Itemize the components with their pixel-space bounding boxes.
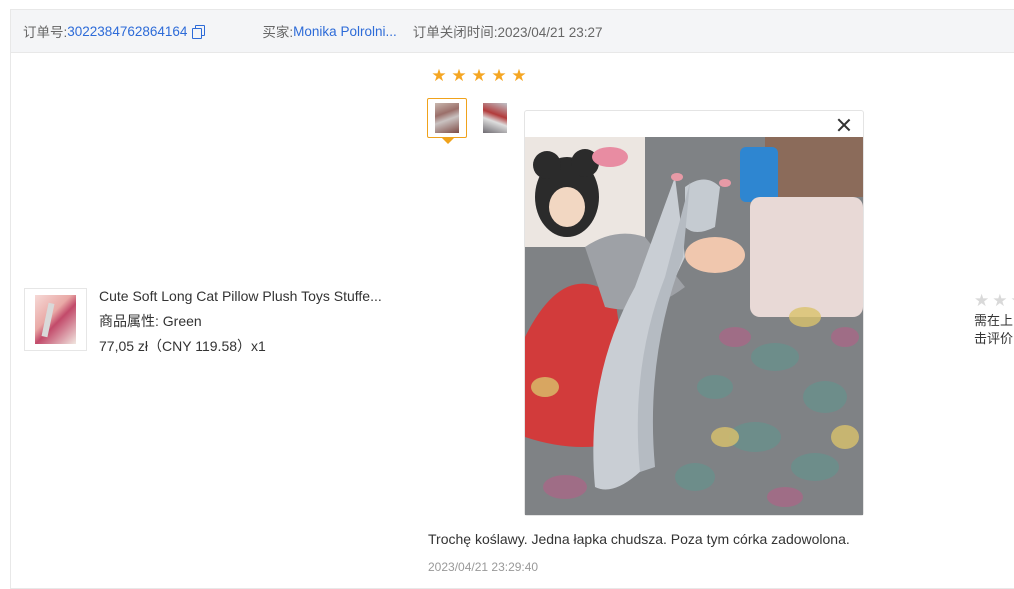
buyer-group: 买家: Monika Polrolni...: [262, 21, 396, 41]
review-rating: ★ ★ ★ ★ ★: [430, 67, 530, 85]
close-icon[interactable]: [837, 118, 851, 132]
star-icon: ★: [491, 66, 507, 85]
product-thumbnail[interactable]: [24, 288, 87, 351]
review-photo: [525, 137, 863, 515]
review-photo-thumbnails: [427, 98, 523, 144]
close-time-group: 订单关闭时间:2023/04/21 23:27: [413, 21, 603, 41]
order-card: 订单号: 3022384762864164 买家: Monika Polroln…: [10, 9, 1014, 589]
order-header: 订单号: 3022384762864164 买家: Monika Polroln…: [11, 10, 1014, 53]
photo-thumb-image: [483, 103, 507, 133]
buyer-label: 买家:: [262, 25, 294, 40]
star-icon: ★: [471, 66, 487, 85]
photo-thumb-image: [435, 103, 459, 133]
product-title[interactable]: Cute Soft Long Cat Pillow Plush Toys Stu…: [99, 284, 382, 309]
seller-review-hint-line1: 需在上: [974, 313, 1014, 328]
review-text: Trochę koślawy. Jedna łapka chudsza. Poz…: [428, 531, 850, 547]
review-photo-illustration: [525, 137, 863, 515]
star-outline-icon[interactable]: ★: [1011, 292, 1014, 310]
review-time: 2023/04/21 23:29:40: [428, 560, 539, 574]
product-info: Cute Soft Long Cat Pillow Plush Toys Stu…: [99, 284, 382, 359]
photo-viewer: [524, 110, 864, 516]
product-attribute: 商品属性: Green: [99, 313, 202, 329]
product-price: 77,05 zł（CNY 119.58）x1: [99, 338, 266, 354]
seller-rating[interactable]: ★★★★★: [974, 292, 1014, 310]
star-icon: ★: [511, 66, 527, 85]
copy-icon[interactable]: [192, 25, 206, 39]
seller-review-hint-line2: 击评价: [974, 331, 1014, 346]
product-image: [35, 295, 76, 344]
buyer-name-link[interactable]: Monika Polrolni...: [293, 24, 397, 39]
order-close-time: 订单关闭时间:2023/04/21 23:27: [412, 25, 603, 40]
product-item: Cute Soft Long Cat Pillow Plush Toys Stu…: [24, 288, 382, 359]
seller-review-panel: ★★★★★ 需在上 击评价: [974, 292, 1014, 348]
star-outline-icon[interactable]: ★: [974, 292, 989, 310]
review-photo-thumb-2[interactable]: [475, 98, 515, 138]
star-icon: ★: [451, 66, 467, 85]
order-number-link[interactable]: 3022384762864164: [67, 24, 187, 39]
star-icon: ★: [431, 66, 447, 85]
star-outline-icon[interactable]: ★: [992, 292, 1007, 310]
order-number-label: 订单号:: [23, 25, 68, 40]
order-number-group: 订单号: 3022384762864164: [23, 21, 206, 41]
review-photo-thumb-1[interactable]: [427, 98, 467, 144]
